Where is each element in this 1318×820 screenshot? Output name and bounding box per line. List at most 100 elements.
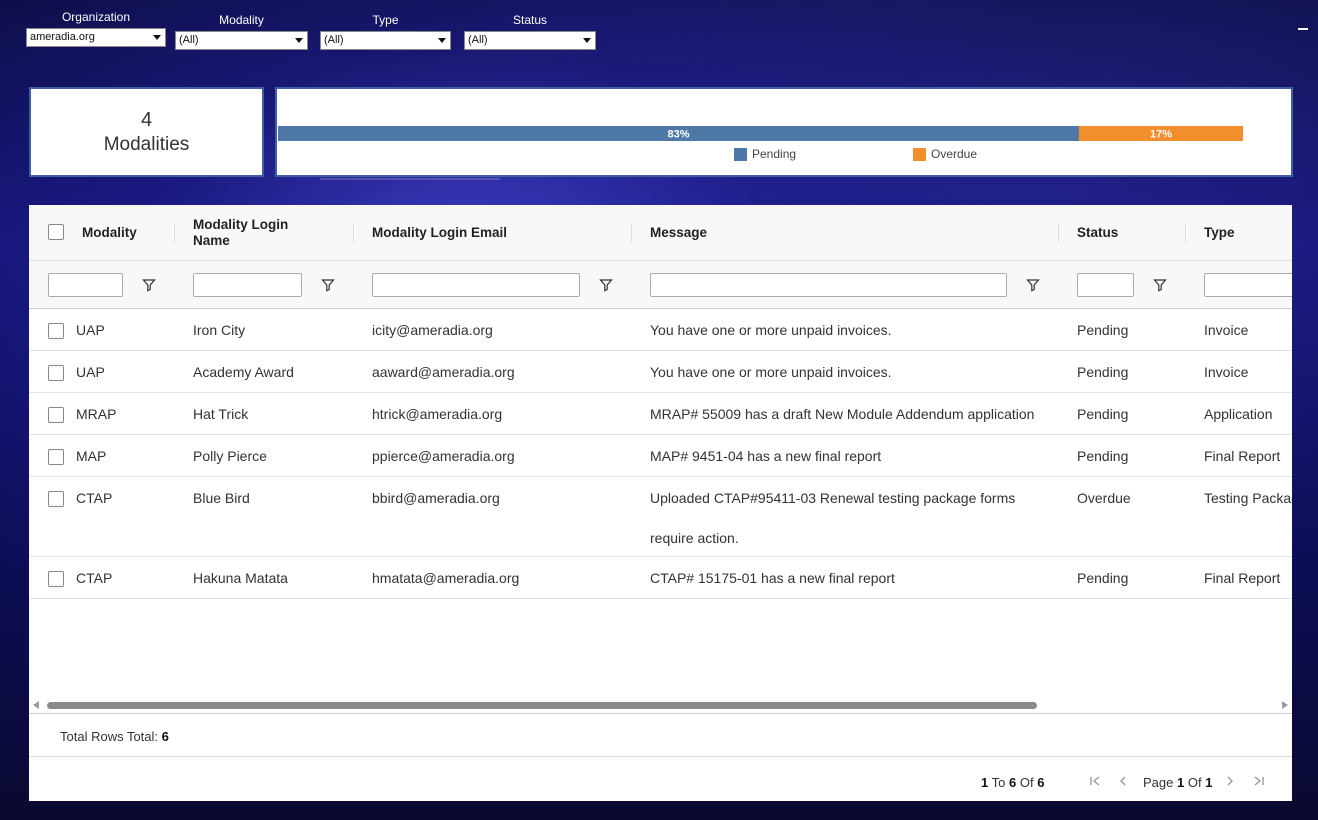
modality-filter-input[interactable] <box>48 273 123 297</box>
page-of-word: Of <box>1187 775 1202 790</box>
status-bar-chart-svg: 83% 17% <box>278 126 1243 141</box>
filter-icon[interactable] <box>1026 278 1040 292</box>
row-checkbox[interactable] <box>48 571 64 587</box>
column-separator <box>631 224 632 242</box>
total-rows-label: Total Rows Total: <box>60 729 159 744</box>
column-header-login-email[interactable]: Modality Login Email <box>372 205 612 261</box>
column-header-type[interactable]: Type <box>1204 205 1284 261</box>
scrollbar-thumb[interactable] <box>47 702 1037 709</box>
cell-login-email: hmatata@ameradia.org <box>372 570 520 586</box>
dropdown-arrow-icon <box>295 38 303 43</box>
row-checkbox[interactable] <box>48 449 64 465</box>
legend-label-overdue: Overdue <box>931 147 978 161</box>
type-filter: Type (All) <box>320 13 451 50</box>
organization-select-value: ameradia.org <box>30 31 95 43</box>
table-row[interactable]: UAP Iron City icity@ameradia.org You hav… <box>29 309 1292 351</box>
range-from: 1 <box>981 775 989 790</box>
modality-filter: Modality (All) <box>175 13 308 50</box>
grid-filter-row <box>29 261 1292 309</box>
type-select[interactable]: (All) <box>320 31 451 50</box>
cell-type: Application <box>1204 406 1273 422</box>
filter-icon[interactable] <box>142 278 156 292</box>
cell-login-email: htrick@ameradia.org <box>372 406 503 422</box>
notifications-grid: Modality Modality Login Name Modality Lo… <box>29 205 1292 801</box>
previous-page-icon[interactable] <box>1116 774 1130 788</box>
column-separator <box>174 224 175 242</box>
cell-login-name: Hakuna Matata <box>193 570 288 586</box>
type-select-value: (All) <box>324 34 344 46</box>
cell-status: Pending <box>1077 570 1129 586</box>
cell-type: Testing Packag <box>1204 490 1292 506</box>
column-header-message[interactable]: Message <box>650 205 850 261</box>
cell-type: Invoice <box>1204 322 1249 338</box>
type-filter-input[interactable] <box>1204 273 1292 297</box>
total-rows: Total Rows Total: 6 <box>60 729 169 744</box>
column-separator <box>353 224 354 242</box>
column-separator <box>1185 224 1186 242</box>
cell-modality: MAP <box>76 448 107 464</box>
kpi-count: 4 <box>140 109 153 131</box>
cell-message: You have one or more unpaid invoices. <box>650 322 892 338</box>
message-filter-input[interactable] <box>650 273 1007 297</box>
login-name-filter-input[interactable] <box>193 273 302 297</box>
next-page-icon[interactable] <box>1223 774 1237 788</box>
page-current: 1 <box>1177 775 1185 790</box>
last-page-icon[interactable] <box>1252 774 1266 788</box>
column-header-modality[interactable]: Modality <box>82 205 172 261</box>
filter-icon[interactable] <box>599 278 613 292</box>
cell-login-name: Iron City <box>193 322 246 338</box>
cell-status: Pending <box>1077 406 1129 422</box>
grid-body: UAP Iron City icity@ameradia.org You hav… <box>29 309 1292 599</box>
modality-filter-label: Modality <box>219 13 264 27</box>
cell-message: MAP# 9451-04 has a new final report <box>650 448 882 464</box>
range-to: 6 <box>1008 775 1017 790</box>
first-page-icon[interactable] <box>1088 774 1102 788</box>
scroll-left-icon[interactable] <box>33 701 39 709</box>
cell-login-name: Academy Award <box>193 364 294 380</box>
cell-modality: CTAP <box>76 490 113 506</box>
legend-label-pending: Pending <box>752 147 797 161</box>
status-select-value: (All) <box>468 34 488 46</box>
scroll-right-icon[interactable] <box>1282 701 1288 709</box>
dropdown-arrow-icon <box>438 38 446 43</box>
horizontal-scrollbar[interactable] <box>29 697 1292 713</box>
legend-item-pending: Pending <box>734 147 796 161</box>
table-row[interactable]: MRAP Hat Trick htrick@ameradia.org MRAP#… <box>29 393 1292 435</box>
row-range: 1 To 6 Of 6 <box>981 775 1044 790</box>
row-checkbox[interactable] <box>48 323 64 339</box>
column-header-status[interactable]: Status <box>1077 205 1167 261</box>
organization-filter: Organization ameradia.org <box>26 10 166 47</box>
table-row[interactable]: MAP Polly Pierce ppierce@ameradia.org MA… <box>29 435 1292 477</box>
status-select[interactable]: (All) <box>464 31 596 50</box>
table-row[interactable]: CTAP Hakuna Matata hmatata@ameradia.org … <box>29 557 1292 599</box>
table-row[interactable]: UAP Academy Award aaward@ameradia.org Yo… <box>29 351 1292 393</box>
bar-label-overdue: 17% <box>1150 129 1172 141</box>
row-checkbox[interactable] <box>48 407 64 423</box>
minimize-icon[interactable] <box>1298 28 1308 30</box>
filter-icon[interactable] <box>321 278 335 292</box>
status-filter-label: Status <box>512 13 548 27</box>
cell-status: Pending <box>1077 448 1129 464</box>
modalities-kpi-card: 4 Modalities <box>29 87 264 177</box>
cell-login-name: Hat Trick <box>193 406 249 422</box>
login-email-filter-input[interactable] <box>372 273 580 297</box>
cell-status: Pending <box>1077 364 1129 380</box>
modality-select[interactable]: (All) <box>175 31 308 50</box>
legend-swatch-pending <box>734 147 747 161</box>
cell-type: Final Report <box>1204 570 1281 586</box>
organization-filter-label: Organization <box>61 10 131 24</box>
row-checkbox[interactable] <box>48 365 64 381</box>
organization-select[interactable]: ameradia.org <box>26 28 166 47</box>
column-header-login-name[interactable]: Modality Login Name <box>193 205 323 261</box>
cell-message: MRAP# 55009 has a draft New Module Adden… <box>650 406 1035 422</box>
select-all-checkbox[interactable] <box>48 224 64 240</box>
cell-login-email: ppierce@ameradia.org <box>372 448 515 464</box>
table-row[interactable]: CTAP Blue Bird bbird@ameradia.org Upload… <box>29 477 1292 557</box>
cell-status: Pending <box>1077 322 1129 338</box>
cell-modality: CTAP <box>76 570 113 586</box>
cell-message: Uploaded CTAP#95411-03 Renewal testing p… <box>650 490 1016 546</box>
cell-login-email: bbird@ameradia.org <box>372 490 500 506</box>
row-checkbox[interactable] <box>48 491 64 507</box>
status-filter-input[interactable] <box>1077 273 1134 297</box>
filter-icon[interactable] <box>1153 278 1167 292</box>
